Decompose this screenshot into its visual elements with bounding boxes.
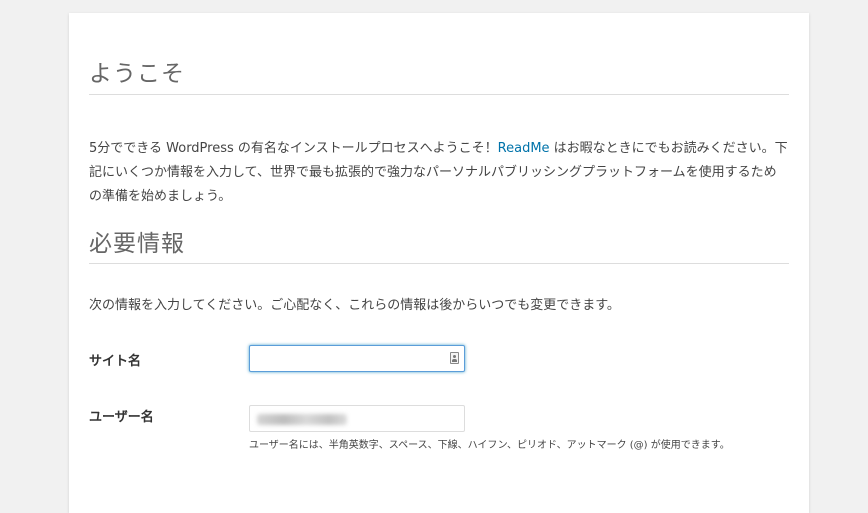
username-field[interactable] [249, 405, 465, 432]
contact-card-icon[interactable] [450, 352, 459, 364]
welcome-heading: ようこそ [89, 61, 185, 87]
divider [89, 94, 789, 95]
intro-paragraph: 5分でできる WordPress の有名なインストールプロセスへようこそ！Rea… [89, 137, 789, 209]
site-title-field[interactable] [249, 345, 465, 372]
readme-link[interactable]: ReadMe [498, 141, 550, 156]
required-info-heading: 必要情報 [89, 231, 185, 257]
username-obscured-value [257, 414, 347, 425]
site-title-label: サイト名 [89, 354, 142, 369]
required-info-note: 次の情報を入力してください。ご心配なく、これらの情報は後からいつでも変更できます… [89, 298, 620, 313]
install-card: ようこそ 5分でできる WordPress の有名なインストールプロセスへようこ… [69, 13, 809, 513]
site-title-input[interactable] [250, 346, 442, 370]
username-label: ユーザー名 [89, 410, 154, 425]
intro-text-before: 5分でできる WordPress の有名なインストールプロセスへようこそ！ [89, 141, 498, 156]
username-hint: ユーザー名には、半角英数字、スペース、下線、ハイフン、ピリオド、アットマーク (… [249, 440, 730, 451]
divider [89, 263, 789, 264]
